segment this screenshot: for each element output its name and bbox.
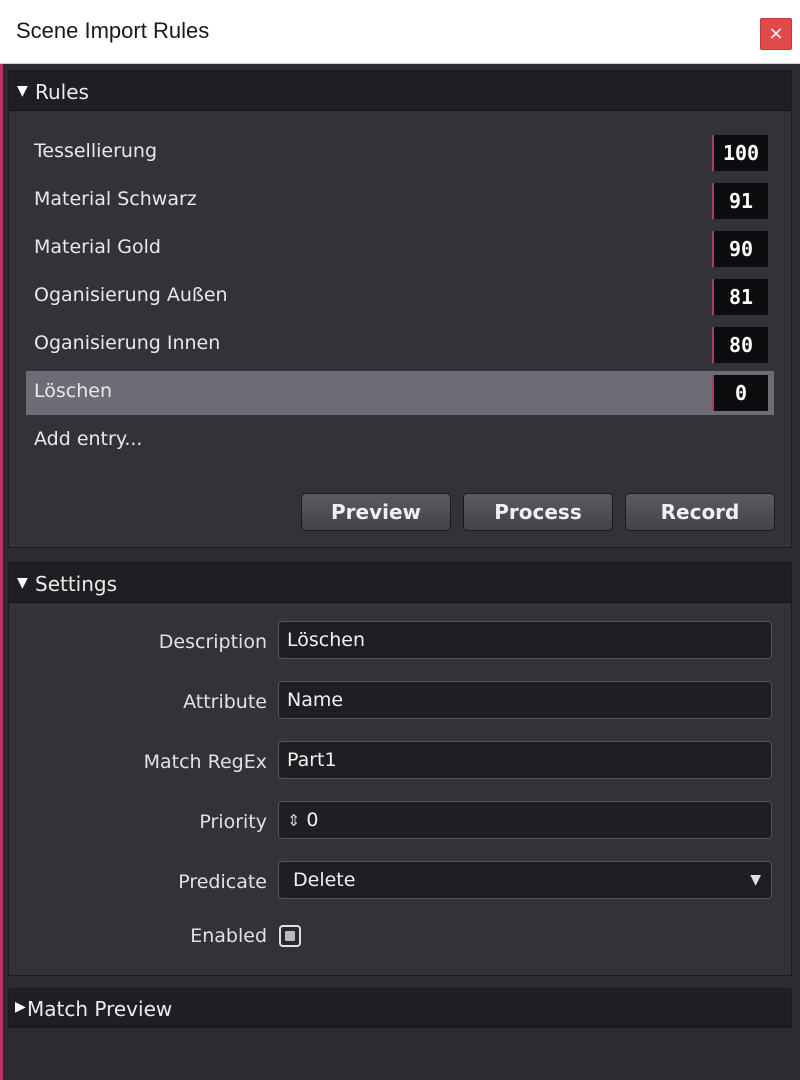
rules-panel: ▼ Rules Tessellierung 100 Material Schwa… [8, 70, 792, 548]
window-title: Scene Import Rules [16, 18, 210, 43]
enabled-checkbox[interactable] [279, 925, 301, 947]
rule-name: Oganisierung Außen [34, 284, 228, 306]
match-preview-title: Match Preview [27, 997, 173, 1021]
title-bar: Scene Import Rules × [0, 0, 800, 64]
settings-header[interactable]: ▼ Settings [9, 563, 791, 603]
rule-row[interactable]: Oganisierung Innen 80 [26, 323, 774, 367]
rule-name: Tessellierung [34, 140, 158, 162]
preview-button[interactable]: Preview [301, 493, 451, 531]
attribute-field[interactable]: Name [278, 681, 772, 719]
rule-priority: 91 [712, 183, 768, 219]
rule-row[interactable]: Tessellierung 100 [26, 131, 774, 175]
attribute-label: Attribute [183, 691, 267, 713]
attribute-value: Name [287, 689, 344, 711]
rule-name: Oganisierung Innen [34, 332, 221, 354]
description-value: Löschen [287, 629, 365, 651]
priority-spinbox[interactable]: ⇕ 0 [278, 801, 772, 839]
enabled-label: Enabled [190, 925, 267, 947]
predicate-dropdown[interactable]: Delete ▼ [278, 861, 772, 899]
priority-label: Priority [199, 811, 267, 833]
rule-row[interactable]: Material Gold 90 [26, 227, 774, 271]
rule-priority: 80 [712, 327, 768, 363]
close-button[interactable]: × [760, 18, 792, 50]
priority-value: 0 [306, 809, 319, 831]
match-regex-field[interactable]: Part1 [278, 741, 772, 779]
rules-title: Rules [35, 80, 89, 104]
rule-row[interactable]: Oganisierung Außen 81 [26, 275, 774, 319]
predicate-value: Delete [293, 869, 356, 891]
rule-name: Material Schwarz [34, 188, 197, 210]
rule-name: Löschen [34, 380, 112, 402]
spinner-arrows-icon[interactable]: ⇕ [287, 811, 300, 830]
expand-arrow-icon: ▼ [17, 83, 28, 99]
record-button[interactable]: Record [625, 493, 775, 531]
predicate-label: Predicate [178, 871, 267, 893]
rules-header[interactable]: ▼ Rules [9, 71, 791, 111]
chevron-down-icon: ▼ [750, 872, 761, 888]
expand-arrow-icon: ▼ [17, 575, 28, 591]
rule-priority: 81 [712, 279, 768, 315]
rule-priority: 100 [712, 135, 768, 171]
settings-panel: ▼ Settings Description Löschen Attribute… [8, 562, 792, 976]
description-label: Description [158, 631, 267, 653]
add-entry-link[interactable]: Add entry... [34, 428, 142, 450]
settings-title: Settings [35, 572, 118, 596]
accent-edge [0, 64, 3, 1080]
rule-priority: 90 [712, 231, 768, 267]
match-regex-value: Part1 [287, 749, 337, 771]
collapsed-arrow-icon: ▶ [15, 999, 26, 1015]
match-regex-label: Match RegEx [143, 751, 267, 773]
rule-row[interactable]: Material Schwarz 91 [26, 179, 774, 223]
match-preview-panel: ▶ Match Preview [8, 988, 792, 1028]
rule-priority: 0 [712, 375, 768, 411]
rule-row-selected[interactable]: Löschen 0 [26, 371, 774, 415]
match-preview-header[interactable]: ▶ Match Preview [9, 989, 791, 1027]
process-button[interactable]: Process [463, 493, 613, 531]
rule-name: Material Gold [34, 236, 161, 258]
description-field[interactable]: Löschen [278, 621, 772, 659]
